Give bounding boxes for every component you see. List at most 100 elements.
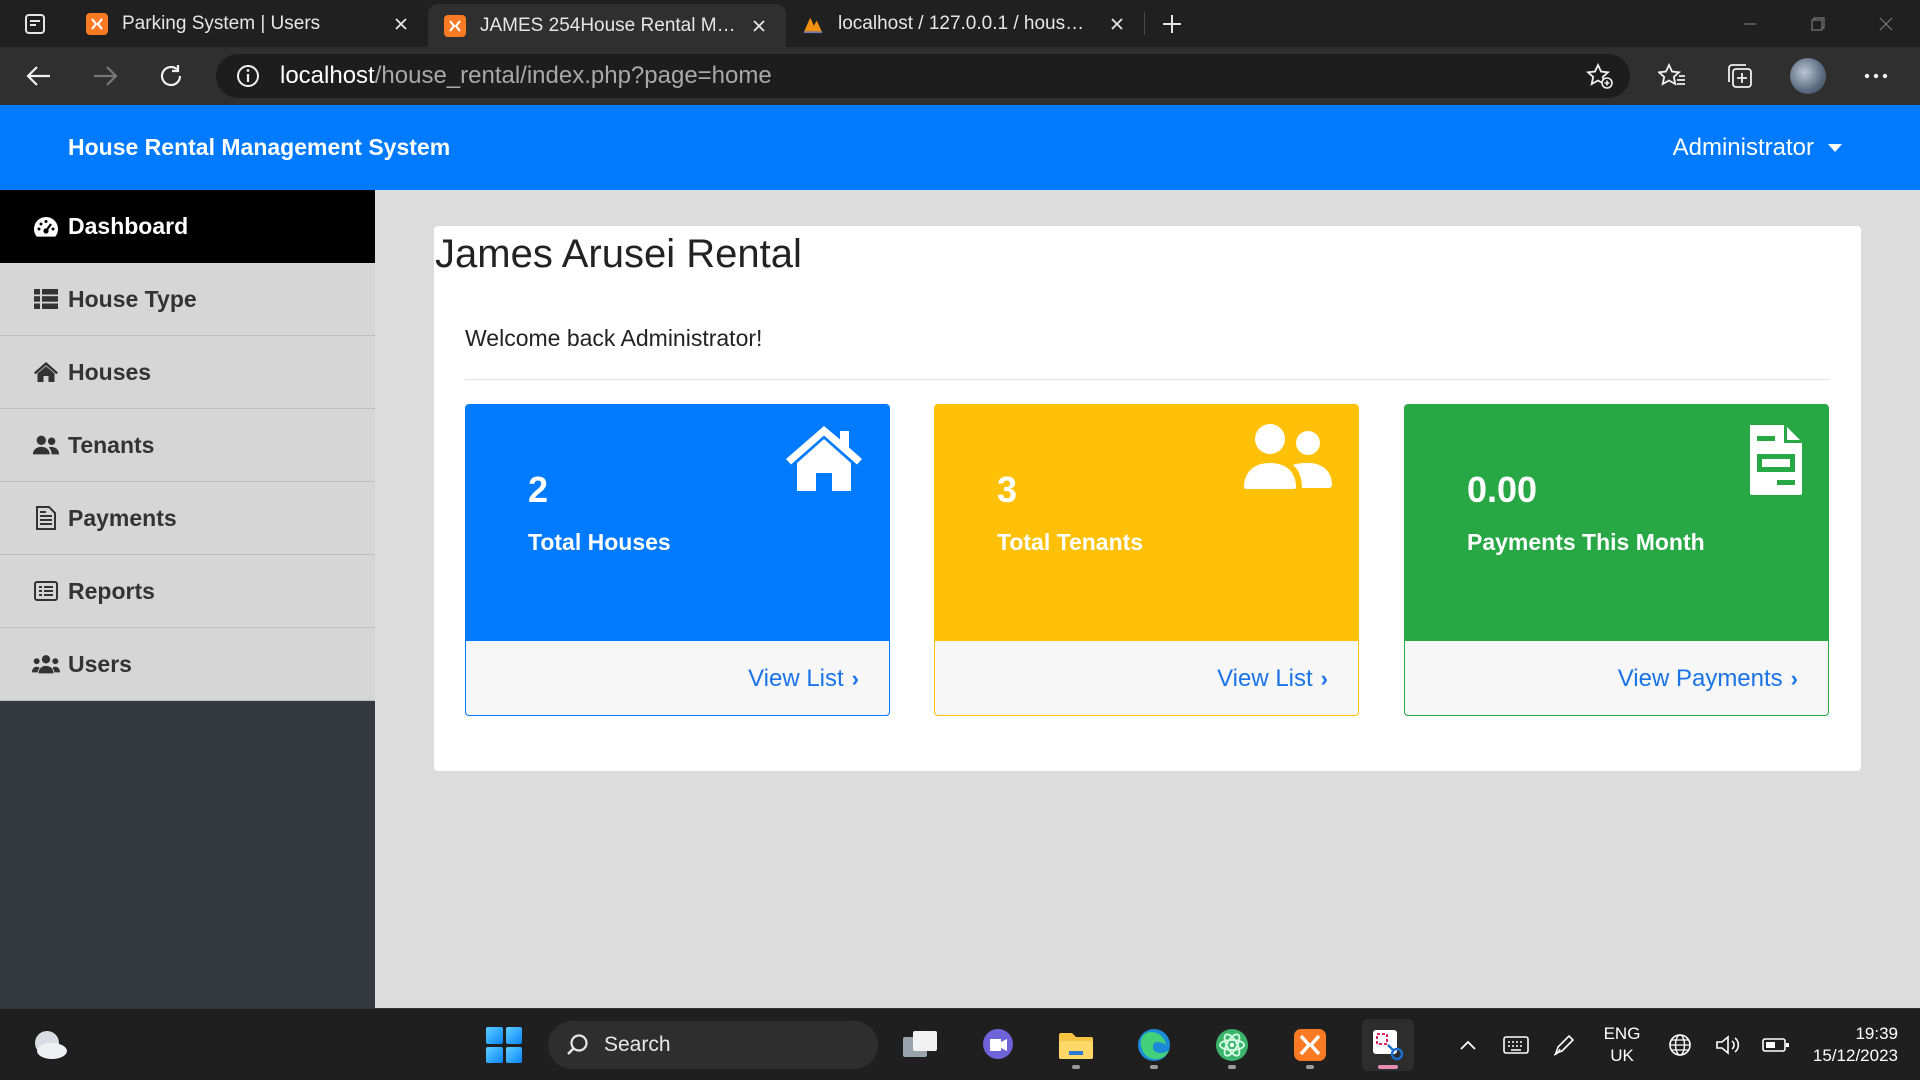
reload-button[interactable] [144,54,198,98]
browser-tab-parking[interactable]: Parking System | Users [70,0,428,47]
view-houses-link[interactable]: View List › [466,641,889,715]
sidebar-item-house-type[interactable]: House Type [0,263,375,336]
browser-tab-bar: Parking System | Users JAMES 254House Re… [0,0,1920,47]
taskbar-app-edge[interactable] [1128,1019,1180,1071]
favorites-button[interactable] [1638,54,1706,98]
add-favorite-button[interactable] [1586,62,1614,90]
sidebar-item-label: Payments [68,504,177,531]
taskbar-app-teams[interactable] [972,1019,1024,1071]
dashboard-icon [32,215,60,239]
sidebar-item-tenants[interactable]: Tenants [0,409,375,482]
favorites-icon [1658,63,1685,86]
running-indicator [1228,1065,1236,1069]
sidebar-item-reports[interactable]: Reports [0,555,375,628]
edge-icon [1138,1029,1170,1061]
running-indicator [1150,1065,1158,1069]
forward-button[interactable] [78,54,132,98]
reload-icon [160,65,182,87]
back-button[interactable] [12,54,66,98]
stat-card-body: 0.00 Payments This Month [1405,405,1828,641]
network-button[interactable] [1656,1025,1704,1065]
taskbar-app-file-explorer[interactable] [1050,1019,1102,1071]
sidebar-item-label: Dashboard [68,213,189,239]
star-add-icon [1586,62,1613,89]
sidebar-item-payments[interactable]: Payments [0,482,375,555]
pen-button[interactable] [1540,1025,1588,1065]
task-view-button[interactable] [894,1019,946,1071]
info-icon[interactable] [236,64,260,88]
sidebar-item-label: Houses [68,358,152,385]
taskbar-search[interactable]: Search [548,1021,878,1069]
url-text[interactable]: localhost/house_rental/index.php?page=ho… [280,62,772,90]
collections-button[interactable] [1706,54,1774,98]
link-label: View Payments [1617,665,1783,692]
windows-logo-pane [486,1046,503,1063]
restore-button[interactable] [1784,0,1852,47]
url-bar[interactable]: localhost/house_rental/index.php?page=ho… [216,54,1630,98]
show-hidden-icons-button[interactable] [1444,1025,1492,1065]
windows-logo-pane [505,1046,522,1063]
caret-down-icon [1828,143,1842,152]
tab-title: JAMES 254House Rental Management System [480,14,736,36]
stat-value: 0.00 [1467,469,1538,510]
dashboard-card: James Arusei Rental Welcome back Adminis… [434,226,1861,771]
stat-card-houses: 2 Total Houses View List › [465,404,890,716]
close-window-button[interactable] [1852,0,1920,47]
running-indicator [1072,1065,1080,1069]
close-icon[interactable] [1104,11,1130,37]
window-controls [1716,0,1920,47]
sidebar-item-users[interactable]: Users [0,628,375,701]
home-icon [32,360,60,384]
app-brand[interactable]: House Rental Management System [68,134,450,161]
close-icon[interactable] [388,11,414,37]
more-icon [1864,73,1888,79]
new-tab-button[interactable] [1145,0,1199,47]
view-payments-link[interactable]: View Payments › [1405,641,1828,715]
link-label: View List [1217,665,1313,692]
browser-tab-rental[interactable]: JAMES 254House Rental Management System [428,4,786,47]
tab-actions-icon [25,13,45,34]
language-indicator[interactable]: ENG UK [1588,1023,1656,1067]
start-button[interactable] [486,1027,522,1063]
view-tenants-link[interactable]: View List › [935,641,1358,715]
browser-tools [1638,47,1910,105]
tab-title: Parking System | Users [122,12,321,34]
snipping-tool-icon [1373,1030,1404,1061]
user-dropdown[interactable]: Administrator [1673,134,1842,162]
keyboard-button[interactable] [1492,1025,1540,1065]
list-alt-icon [32,579,60,603]
taskbar-app-xampp[interactable] [1284,1019,1336,1071]
close-icon[interactable] [746,13,772,39]
arrow-left-icon [26,66,50,86]
sidebar-item-houses[interactable]: Houses [0,336,375,409]
stat-card-body: 2 Total Houses [466,405,889,641]
cloud-icon [35,1031,67,1059]
welcome-message: Welcome back Administrator! [465,325,763,351]
page-title: James Arusei Rental [435,232,802,276]
clock[interactable]: 19:39 15/12/2023 [1800,1023,1920,1067]
house-icon [783,423,865,498]
profile-button[interactable] [1774,54,1842,98]
taskbar-app-atom[interactable] [1206,1019,1258,1071]
search-icon [567,1034,588,1055]
minimize-button[interactable] [1716,0,1784,47]
running-indicator [1306,1065,1314,1069]
link-label: View List [748,665,844,692]
system-tray: ENG UK 19:39 15/12/2023 [1444,1009,1920,1080]
stat-card-tenants: 3 Total Tenants View List › [934,404,1359,716]
battery-button[interactable] [1752,1025,1800,1065]
globe-icon [1669,1034,1691,1056]
arrow-right-icon [94,66,118,86]
chevron-up-icon [1460,1040,1476,1050]
volume-button[interactable] [1704,1025,1752,1065]
windows-logo-pane [505,1027,522,1044]
stat-label: Total Tenants [997,529,1144,555]
sidebar-item-dashboard[interactable]: Dashboard [0,190,375,263]
tab-actions-button[interactable] [0,0,70,47]
browser-tab-phpmyadmin[interactable]: localhost / 127.0.0.1 / house_rental [786,0,1144,47]
address-toolbar: localhost/house_rental/index.php?page=ho… [0,47,1920,105]
taskbar-app-snipping-tool[interactable] [1362,1019,1414,1071]
weather-widget[interactable] [30,1029,68,1061]
users-icon [32,652,60,676]
settings-menu-button[interactable] [1842,54,1910,98]
